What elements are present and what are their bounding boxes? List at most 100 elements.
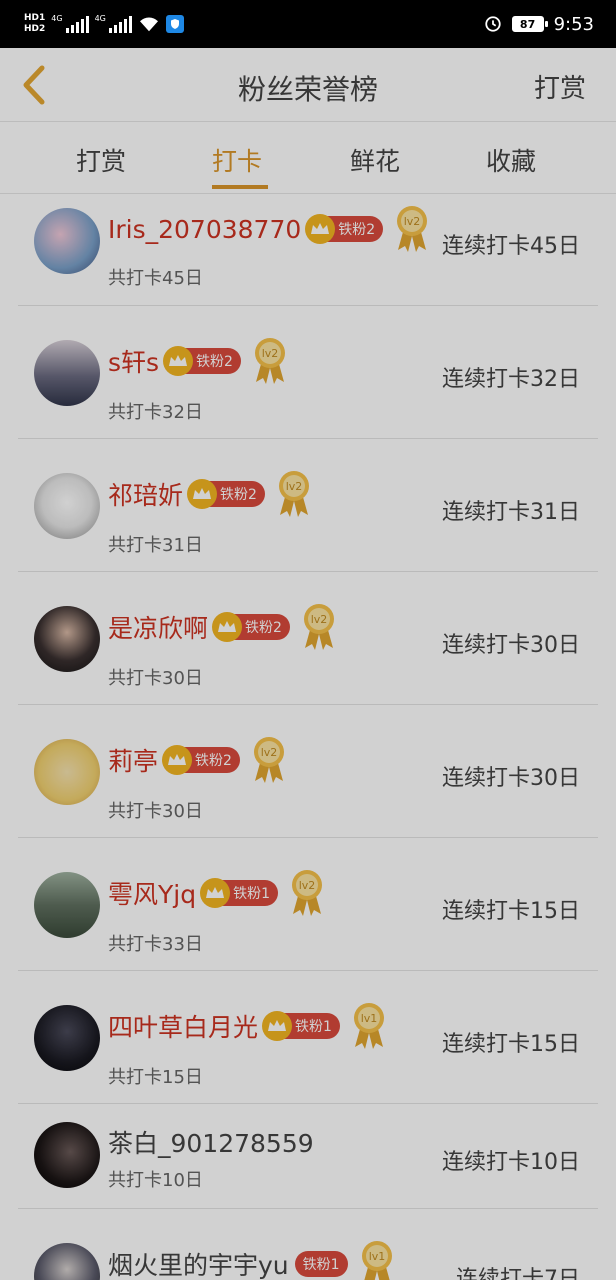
- fan-badge-label: 铁粉1: [295, 1019, 332, 1035]
- net1-label: 4G: [51, 14, 63, 23]
- fan-badge-label: 铁粉2: [196, 354, 233, 370]
- wifi-icon: [139, 17, 158, 32]
- medal-level: lv2: [299, 879, 316, 892]
- fan-badge: 铁粉1: [262, 1011, 340, 1041]
- medal-icon: lv1: [353, 1003, 384, 1049]
- net2-label: 4G: [94, 14, 106, 23]
- tab-favorites[interactable]: 收藏: [486, 142, 536, 178]
- user-name[interactable]: 祁琣妡: [108, 476, 183, 512]
- medal-level: lv2: [261, 746, 278, 759]
- avatar[interactable]: [34, 1122, 100, 1188]
- ranking-list: Iris_207038770 铁粉2 lv2 共打卡45日 连续打卡45日 s轩…: [0, 194, 616, 1280]
- tab-checkin[interactable]: 打卡: [212, 142, 262, 178]
- streak-label: 连续打卡7日: [456, 1267, 580, 1280]
- avatar[interactable]: [34, 1005, 100, 1071]
- crown-icon: [163, 346, 194, 376]
- total-checkins: 共打卡32日: [108, 402, 203, 423]
- medal-level: lv1: [361, 1012, 378, 1025]
- user-name[interactable]: 莉亭: [108, 742, 158, 778]
- medal-icon: lv2: [253, 737, 284, 783]
- streak-label: 连续打卡31日: [442, 500, 580, 525]
- crown-icon: [212, 612, 243, 642]
- fan-badge: 铁粉1: [200, 878, 279, 908]
- medal-icon: lv2: [397, 206, 428, 252]
- hd1-label: HD1: [24, 13, 46, 23]
- medal-level: lv2: [286, 480, 303, 493]
- list-item[interactable]: 雩风Yjq 铁粉1 lv2 共打卡33日 连续打卡15日: [0, 838, 616, 971]
- list-item[interactable]: s轩s 铁粉2 lv2 共打卡32日 连续打卡32日: [0, 306, 616, 439]
- tab-bar: 打赏 打卡 鲜花 收藏: [0, 122, 616, 194]
- fan-badge: 铁粉2: [162, 745, 240, 775]
- streak-label: 连续打卡15日: [442, 1032, 580, 1057]
- fan-badge: 铁粉1: [294, 1251, 348, 1277]
- fan-badge: 铁粉2: [305, 214, 384, 244]
- total-checkins: 共打卡30日: [108, 801, 203, 822]
- active-tab-indicator: [212, 185, 268, 189]
- tab-flowers[interactable]: 鲜花: [350, 142, 400, 178]
- fan-badge-label: 铁粉2: [338, 222, 376, 238]
- user-name[interactable]: 茶白_901278559: [108, 1124, 314, 1160]
- fan-badge: 铁粉2: [163, 346, 241, 376]
- medal-icon: lv2: [303, 604, 334, 650]
- medal-icon: lv2: [278, 471, 309, 517]
- avatar[interactable]: [34, 340, 100, 406]
- crown-icon: [305, 214, 336, 244]
- hd-indicator: HD1 HD2: [24, 13, 45, 35]
- fan-badge-label: 铁粉1: [302, 1257, 340, 1273]
- alarm-icon: [484, 16, 501, 32]
- list-item[interactable]: Iris_207038770 铁粉2 lv2 共打卡45日 连续打卡45日: [0, 194, 616, 306]
- crown-icon: [162, 745, 193, 775]
- page-title: 粉丝荣誉榜: [237, 73, 378, 106]
- medal-level: lv2: [404, 215, 421, 228]
- clock-time: 9:53: [553, 13, 594, 35]
- total-checkins: 共打卡33日: [108, 934, 203, 955]
- user-name[interactable]: Iris_207038770: [108, 215, 301, 244]
- user-name[interactable]: 四叶草白月光: [108, 1008, 258, 1044]
- fan-badge-label: 铁粉2: [195, 753, 232, 769]
- avatar[interactable]: [34, 739, 100, 805]
- status-bar: HD1 HD2 4G 4G 87 9:53: [0, 0, 616, 48]
- avatar[interactable]: [34, 208, 100, 274]
- streak-label: 连续打卡30日: [442, 766, 580, 791]
- fan-badge: 铁粉2: [212, 612, 290, 642]
- list-item[interactable]: 莉亭 铁粉2 lv2 共打卡30日 连续打卡30日: [0, 705, 616, 838]
- avatar[interactable]: [34, 473, 100, 539]
- user-name[interactable]: s轩s: [108, 343, 159, 379]
- signal-icon-1: 4G: [51, 14, 89, 33]
- list-item[interactable]: 祁琣妡 铁粉2 lv2 共打卡31日 连续打卡31日: [0, 439, 616, 572]
- avatar[interactable]: [34, 1243, 100, 1280]
- list-item[interactable]: 是凉欣啊 铁粉2 lv2 共打卡30日 连续打卡30日: [0, 572, 616, 705]
- list-item[interactable]: 烟火里的宇宇yu 铁粉1 lv1 连续打卡7日: [0, 1209, 616, 1280]
- list-item[interactable]: 茶白_901278559 共打卡10日 连续打卡10日: [0, 1104, 616, 1209]
- user-name[interactable]: 雩风Yjq: [108, 875, 196, 911]
- list-item[interactable]: 四叶草白月光 铁粉1 lv1 共打卡15日 连续打卡15日: [0, 971, 616, 1104]
- total-checkins: 共打卡31日: [108, 535, 203, 556]
- avatar[interactable]: [34, 606, 100, 672]
- user-name[interactable]: 是凉欣啊: [108, 609, 208, 645]
- total-checkins: 共打卡10日: [108, 1170, 203, 1191]
- medal-icon: lv1: [361, 1241, 392, 1280]
- battery-icon: 87: [511, 16, 548, 32]
- avatar[interactable]: [34, 872, 100, 938]
- hd2-label: HD2: [24, 24, 46, 34]
- medal-level: lv2: [311, 613, 328, 626]
- fan-badge-label: 铁粉1: [233, 886, 271, 902]
- crown-icon: [187, 479, 218, 509]
- tab-reward[interactable]: 打赏: [76, 142, 126, 178]
- total-checkins: 共打卡45日: [108, 268, 203, 289]
- streak-label: 连续打卡15日: [442, 899, 580, 924]
- crown-icon: [200, 878, 231, 908]
- fan-badge: 铁粉2: [187, 479, 265, 509]
- medal-level: lv2: [262, 347, 279, 360]
- total-checkins: 共打卡30日: [108, 668, 203, 689]
- streak-label: 连续打卡10日: [442, 1150, 580, 1175]
- reward-button[interactable]: 打赏: [534, 68, 586, 105]
- fan-badge-label: 铁粉2: [220, 487, 257, 503]
- total-checkins: 共打卡15日: [108, 1067, 203, 1088]
- crown-icon: [262, 1011, 293, 1041]
- medal-level: lv1: [368, 1250, 385, 1263]
- user-name[interactable]: 烟火里的宇宇yu: [108, 1246, 289, 1280]
- app-header: 粉丝荣誉榜 打赏: [0, 48, 616, 122]
- signal-icon-2: 4G: [95, 15, 132, 33]
- streak-label: 连续打卡45日: [442, 234, 580, 259]
